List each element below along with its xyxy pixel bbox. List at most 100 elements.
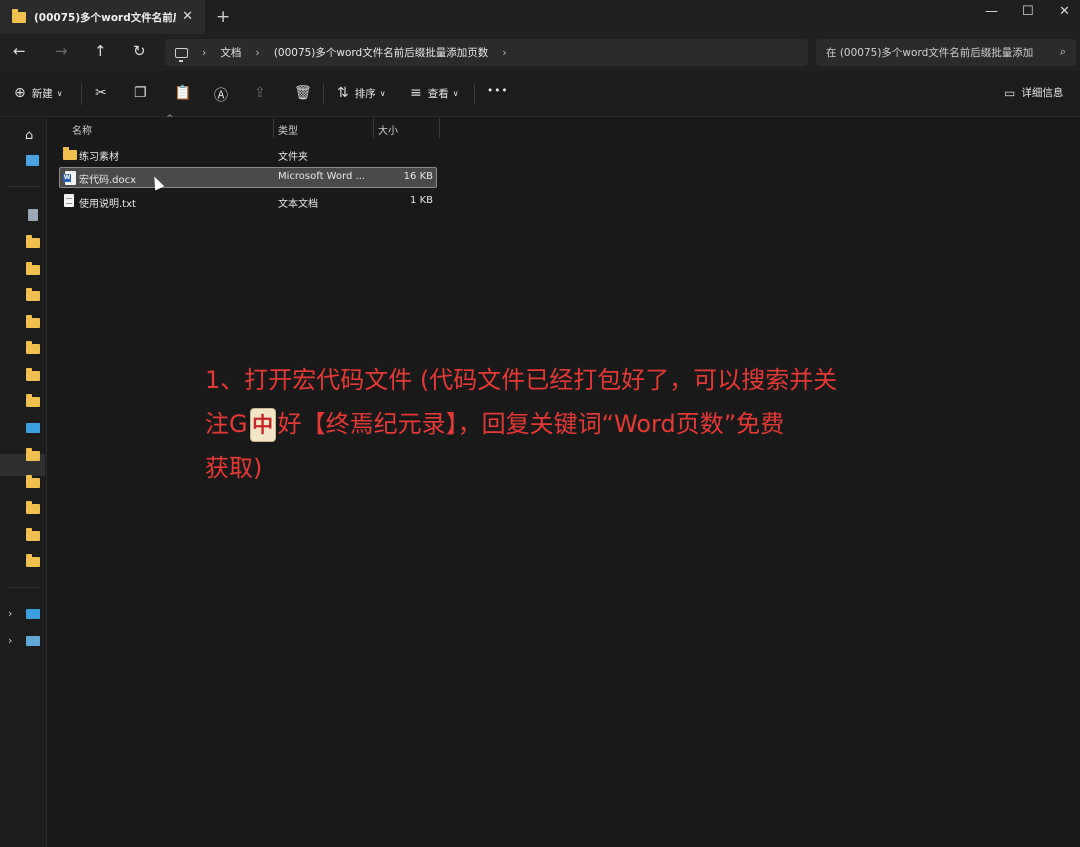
home-icon[interactable]: ⌂	[25, 128, 33, 143]
close-window-button[interactable]: ✕	[1059, 4, 1070, 19]
title-bar: (00075)多个word文件名前后缀 ✕ + — ☐ ✕	[0, 0, 1080, 34]
sidebar-divider	[8, 587, 40, 588]
file-row-selected[interactable]: 宏代码.docx Microsoft Word ... 16 KB	[59, 167, 437, 188]
view-icon: ≡	[410, 85, 422, 101]
folder-icon[interactable]	[26, 528, 40, 541]
new-label: 新建	[31, 87, 53, 100]
minimize-button[interactable]: —	[985, 4, 998, 19]
expand-chevron-icon[interactable]: ›	[8, 634, 12, 647]
column-header-type[interactable]: 类型	[278, 122, 298, 137]
file-size: 16 KB	[403, 171, 433, 182]
folder-icon[interactable]	[26, 368, 40, 381]
view-button[interactable]: ≡ 查看 ∨	[410, 85, 459, 101]
file-name: 使用说明.txt	[79, 199, 136, 210]
breadcrumb-separator: ›	[255, 46, 260, 59]
column-divider[interactable]	[373, 118, 374, 138]
file-name: 宏代码.docx	[79, 175, 137, 186]
maximize-button[interactable]: ☐	[1022, 4, 1034, 19]
share-icon[interactable]: ⇪	[254, 85, 266, 101]
text-file-icon	[64, 194, 74, 207]
view-label: 查看	[427, 87, 449, 100]
command-bar: ⊕ 新建 ∨ ✂ ❐ 📋 Ⓐ ⇪ 🗑 ⇅ 排序 ∨ ≡ 查看 ∨ ••• ▭ 详…	[0, 71, 1080, 117]
tab-title: (00075)多个word文件名前后缀	[34, 11, 176, 24]
sort-button[interactable]: ⇅ 排序 ∨	[337, 85, 386, 101]
rename-icon[interactable]: Ⓐ	[214, 85, 228, 105]
sort-ascending-icon: ^	[166, 114, 174, 124]
folder-icon[interactable]	[26, 262, 40, 275]
sort-label: 排序	[354, 87, 376, 100]
file-name: 练习素材	[79, 152, 119, 163]
search-box[interactable]: 在 (00075)多个word文件名前后缀批量添加 ⌕	[816, 39, 1076, 66]
file-type: Microsoft Word ...	[278, 171, 366, 182]
address-bar[interactable]: › 文档 › (00075)多个word文件名前后缀批量添加页数 ›	[165, 39, 808, 66]
folder-icon	[12, 8, 26, 23]
tab-close-button[interactable]: ✕	[182, 9, 193, 24]
details-label: 详细信息	[1021, 87, 1064, 99]
folder-icon[interactable]	[26, 341, 40, 354]
sort-icon: ⇅	[337, 85, 349, 101]
pictures-folder-icon[interactable]	[26, 423, 40, 433]
plus-circle-icon: ⊕	[14, 85, 26, 101]
details-pane-icon: ▭	[1004, 85, 1016, 100]
back-button[interactable]: ←	[13, 42, 26, 60]
breadcrumb-current-folder[interactable]: (00075)多个word文件名前后缀批量添加页数	[274, 45, 488, 60]
folder-icon[interactable]	[26, 501, 40, 514]
refresh-button[interactable]: ↻	[133, 42, 146, 60]
file-size: 1 KB	[410, 195, 433, 206]
folder-icon[interactable]	[26, 448, 40, 461]
folder-icon	[63, 147, 77, 160]
file-row[interactable]: 练习素材 文件夹	[59, 144, 437, 165]
folder-icon[interactable]	[26, 554, 40, 567]
breadcrumb-separator: ›	[502, 46, 507, 59]
instruction-line-1: 1、打开宏代码文件 (代码文件已经打包好了，可以搜索并关	[205, 366, 838, 394]
instruction-line-2-end: 好【终焉纪元录】，回复关键词“Word页数”免费	[277, 410, 785, 438]
chevron-down-icon: ∨	[56, 88, 63, 98]
gallery-icon[interactable]	[26, 155, 39, 166]
instruction-line-2-start: 注G	[205, 410, 248, 438]
tab-current-folder[interactable]: (00075)多个word文件名前后缀 ✕	[0, 0, 205, 34]
new-button[interactable]: ⊕ 新建 ∨	[14, 85, 63, 101]
toolbar-divider	[474, 83, 475, 105]
column-divider[interactable]	[273, 118, 274, 138]
computer-icon	[175, 47, 188, 62]
instruction-overlay: 1、打开宏代码文件 (代码文件已经打包好了，可以搜索并关 注G 中好【终焉纪元录】…	[205, 358, 895, 490]
folder-icon[interactable]	[26, 235, 40, 248]
instruction-line-3: 获取)	[205, 454, 263, 482]
document-icon[interactable]	[28, 209, 38, 221]
folder-icon[interactable]	[26, 394, 40, 407]
breadcrumb-documents[interactable]: 文档	[220, 45, 241, 60]
this-pc-icon[interactable]	[26, 609, 40, 619]
up-button[interactable]: ↑	[94, 42, 107, 60]
file-type: 文本文档	[278, 199, 318, 210]
column-header-name[interactable]: 名称	[72, 122, 92, 137]
paste-icon[interactable]: 📋	[174, 85, 191, 101]
chevron-down-icon: ∨	[379, 88, 386, 98]
forward-button[interactable]: →	[55, 42, 68, 60]
navigation-bar: ← → ↑ ↻ › 文档 › (00075)多个word文件名前后缀批量添加页数…	[0, 34, 1080, 71]
word-doc-icon	[63, 171, 76, 185]
more-options-button[interactable]: •••	[487, 85, 509, 97]
folder-icon[interactable]	[26, 475, 40, 488]
column-divider[interactable]	[439, 118, 440, 138]
new-tab-button[interactable]: +	[216, 7, 230, 27]
cut-icon[interactable]: ✂	[95, 85, 107, 101]
expand-chevron-icon[interactable]: ›	[8, 607, 12, 620]
toolbar-divider	[81, 83, 82, 105]
toolbar-divider	[323, 83, 324, 105]
mahjong-tile-icon: 中	[249, 408, 276, 442]
folder-icon[interactable]	[26, 315, 40, 328]
copy-icon[interactable]: ❐	[134, 85, 147, 101]
sidebar-divider	[8, 186, 40, 187]
breadcrumb-separator: ›	[202, 46, 207, 59]
network-icon[interactable]	[26, 636, 40, 646]
navigation-pane: ⌂ › ›	[0, 118, 47, 847]
details-pane-button[interactable]: ▭ 详细信息	[1004, 85, 1063, 100]
folder-icon[interactable]	[26, 288, 40, 301]
delete-icon[interactable]: 🗑	[294, 85, 312, 101]
file-row[interactable]: 使用说明.txt 文本文档 1 KB	[59, 191, 437, 212]
column-header-size[interactable]: 大小	[378, 122, 398, 137]
search-icon: ⌕	[1059, 45, 1066, 58]
file-type: 文件夹	[278, 152, 308, 163]
search-input[interactable]: 在 (00075)多个word文件名前后缀批量添加	[826, 45, 1048, 60]
instruction-line-2: 注G 中好【终焉纪元录】，回复关键词“Word页数”免费	[205, 402, 895, 446]
